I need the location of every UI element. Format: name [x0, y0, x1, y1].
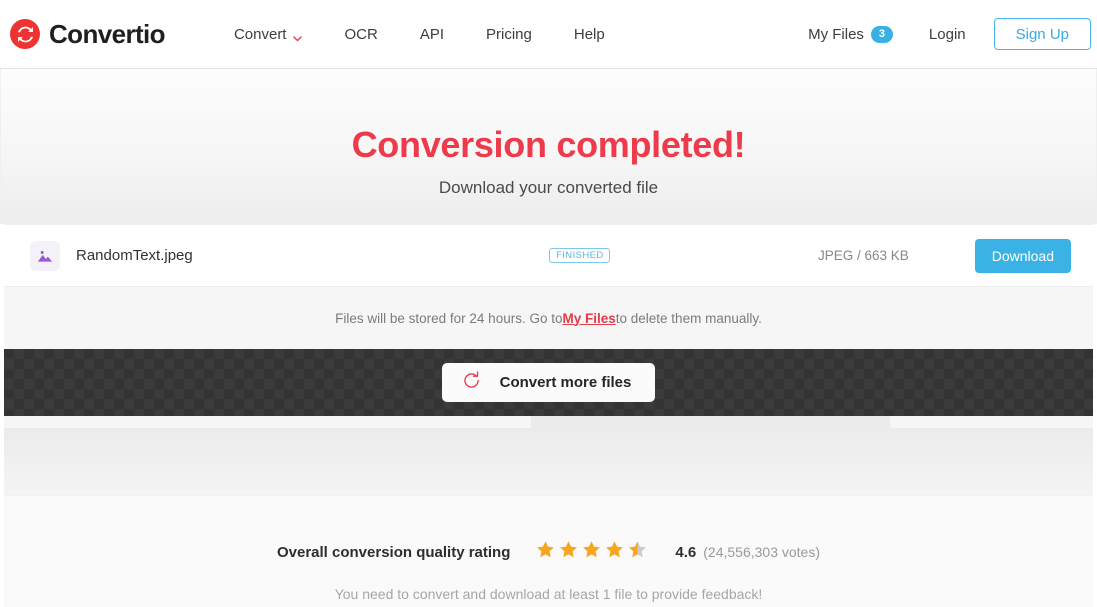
nav-item-pricing[interactable]: Pricing [465, 18, 553, 51]
brand-name: Convertio [49, 18, 166, 49]
nav-item-convert-label: Convert [233, 25, 287, 43]
convert-more-band: Convert more files [4, 349, 1093, 416]
nav-item-my-files[interactable]: My Files 3 [790, 18, 911, 51]
my-files-count-badge: 3 [870, 25, 893, 43]
signup-button[interactable]: Sign Up [993, 18, 1091, 50]
brand-logo-link[interactable]: Convertio [10, 18, 166, 50]
rating-row: Overall conversion quality rating 4.6 (2… [277, 540, 820, 564]
nav-item-ocr[interactable]: OCR [323, 18, 398, 51]
content-filler [4, 428, 1093, 496]
feedback-note: You need to convert and download at leas… [334, 586, 763, 602]
rating-label: Overall conversion quality rating [276, 543, 511, 561]
file-status-container: FINISHED [193, 247, 796, 264]
rating-votes: (24,556,303 votes) [703, 544, 820, 560]
rating-section: Overall conversion quality rating 4.6 (2… [4, 496, 1093, 607]
nav-item-login[interactable]: Login [911, 18, 984, 51]
site-header: Convertio Convert OCR API Pricing Help M… [0, 0, 1097, 69]
storage-notice: Files will be stored for 24 hours. Go to… [4, 287, 1093, 349]
star-icon-2[interactable] [559, 540, 578, 564]
page-title: Conversion completed! [351, 124, 746, 165]
chevron-down-icon [293, 30, 303, 41]
storage-notice-text-after: to delete them manually. [615, 310, 762, 326]
file-format-size: JPEG / 663 KB [817, 248, 909, 263]
download-button[interactable]: Download [974, 238, 1071, 273]
band-shadow-strip [4, 416, 1093, 428]
status-badge: FINISHED [549, 247, 610, 264]
file-name: RandomText.jpeg [76, 247, 193, 264]
star-rating[interactable] [536, 540, 647, 564]
converted-file-row: RandomText.jpeg FINISHED JPEG / 663 KB D… [4, 224, 1093, 287]
my-files-link[interactable]: My Files [562, 311, 615, 326]
nav-item-help[interactable]: Help [553, 18, 626, 51]
page-root: Convertio Convert OCR API Pricing Help M… [0, 0, 1097, 607]
image-file-icon [30, 240, 60, 271]
convert-cycle-icon [10, 19, 40, 49]
star-half-icon-5[interactable] [628, 540, 647, 564]
account-navigation: My Files 3 Login Sign Up [790, 18, 1091, 51]
star-icon-3[interactable] [582, 540, 601, 564]
my-files-label: My Files [808, 25, 864, 43]
star-icon-1[interactable] [536, 540, 555, 564]
storage-notice-text-before: Files will be stored for 24 hours. Go to [335, 310, 563, 326]
nav-item-api[interactable]: API [399, 18, 465, 51]
main-navigation: Convert OCR API Pricing Help [213, 18, 626, 51]
file-identity: RandomText.jpeg [30, 240, 193, 271]
rating-score: 4.6 [675, 543, 697, 561]
nav-item-convert[interactable]: Convert [213, 18, 324, 51]
hero-section: Conversion completed! Download your conv… [0, 69, 1097, 224]
refresh-circular-arrow-icon [462, 371, 481, 394]
page-subtitle: Download your converted file [438, 177, 659, 197]
convert-more-files-label: Convert more files [499, 374, 632, 391]
convert-more-files-button[interactable]: Convert more files [441, 363, 656, 402]
star-icon-4[interactable] [605, 540, 624, 564]
